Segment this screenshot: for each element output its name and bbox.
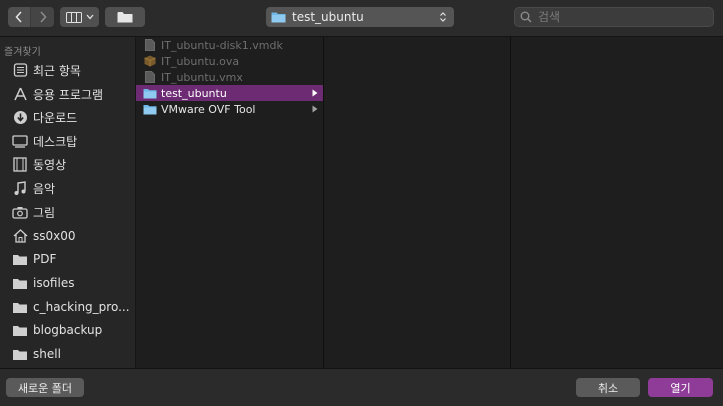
recent-items-icon [11,62,29,78]
view-mode-button[interactable] [60,7,99,27]
browser-column-1[interactable]: IT_ubuntu-disk1.vmdk IT_ubuntu.ova IT_ub… [136,37,324,368]
sidebar-item-shell[interactable]: shell [0,343,135,365]
folder-icon [11,346,29,362]
document-icon [143,71,157,83]
file-row-vmware-ovf-tool[interactable]: VMware OVF Tool [136,101,323,117]
chevron-down-icon [86,14,93,20]
desktop-icon [11,133,29,149]
sidebar-item-downloads[interactable]: 다운로드 [0,106,135,128]
cancel-button[interactable]: 취소 [576,378,640,397]
sidebar-item-label: ss0x00 [33,229,76,243]
folder-icon [11,251,29,267]
file-name: IT_ubuntu.vmx [161,70,243,84]
folder-icon [143,87,157,99]
new-folder-button[interactable]: 새로운 폴더 [6,378,84,397]
sidebar-item-label: 그림 [33,205,56,220]
toolbar: test_ubuntu [0,0,723,37]
file-name: IT_ubuntu.ova [161,54,240,68]
file-row-ova[interactable]: IT_ubuntu.ova [136,53,323,69]
chevron-right-icon [39,11,47,23]
file-name: IT_ubuntu-disk1.vmdk [161,38,283,52]
movies-icon [11,156,29,172]
sidebar-item-c-hacking[interactable]: c_hacking_pro... [0,296,135,318]
columns-view-icon [65,11,82,23]
sidebar-item-music[interactable]: 음악 [0,177,135,199]
sidebar-item-label: shell [33,347,61,361]
sidebar-item-label: 데스크탑 [33,134,78,149]
sidebar-item-label: 최근 항목 [33,63,81,78]
sidebar-item-applications[interactable]: 응용 프로그램 [0,83,135,105]
folder-icon [11,275,29,291]
file-name: VMware OVF Tool [161,102,256,116]
nav-buttons [8,7,54,27]
sidebar-item-label: 다운로드 [33,110,78,125]
package-icon [143,55,157,67]
folder-icon [11,299,29,315]
new-folder-toolbar-button[interactable] [105,7,145,27]
music-icon [11,180,29,196]
open-button[interactable]: 열기 [648,378,713,397]
sidebar-item-pictures[interactable]: 그림 [0,201,135,223]
file-name: test_ubuntu [161,86,227,100]
sidebar-item-movies[interactable]: 동영상 [0,153,135,175]
bottom-bar: 새로운 폴더 취소 열기 [0,368,723,406]
sidebar-item-recents[interactable]: 최근 항목 [0,59,135,81]
updown-chevron-icon [436,11,450,23]
disclosure-arrow-icon [310,105,320,113]
sidebar-item-home[interactable]: ss0x00 [0,225,135,247]
sidebar-heading-favorites: 즐겨찾기 [4,47,41,58]
open-file-dialog: test_ubuntu 즐겨찾기 최근 항목 응용 프로그램 [0,0,723,406]
sidebar: 즐겨찾기 최근 항목 응용 프로그램 다운로드 데스크탑 동영상 음악 그림 s… [0,37,136,368]
browser-column-3[interactable] [511,37,723,368]
pictures-icon [11,204,29,220]
folder-icon [271,12,286,23]
search-field[interactable] [514,7,714,27]
sidebar-item-label: PDF [33,252,57,266]
folder-icon [143,103,157,115]
sidebar-item-label: 음악 [33,181,56,196]
folder-badge-icon [117,12,133,23]
home-icon [11,228,29,244]
downloads-icon [11,109,29,125]
file-row-vmx[interactable]: IT_ubuntu.vmx [136,69,323,85]
sidebar-item-label: c_hacking_pro... [33,300,130,314]
applications-icon [11,86,29,102]
sidebar-item-label: blogbackup [33,323,103,337]
search-input[interactable] [536,9,710,25]
chevron-left-icon [15,11,22,23]
sidebar-item-desktop[interactable]: 데스크탑 [0,130,135,152]
sidebar-item-label: isofiles [33,276,75,290]
sidebar-item-pdf[interactable]: PDF [0,248,135,270]
search-icon [520,11,532,23]
path-popup-button[interactable]: test_ubuntu [266,7,454,27]
file-row-test-ubuntu[interactable]: test_ubuntu [136,85,323,101]
sidebar-item-label: 응용 프로그램 [33,87,104,102]
sidebar-item-isofiles[interactable]: isofiles [0,272,135,294]
browser-column-2[interactable] [324,37,511,368]
sidebar-item-label: 동영상 [33,157,67,172]
forward-button[interactable] [31,7,54,27]
folder-icon [11,322,29,338]
sidebar-item-blogbackup[interactable]: blogbackup [0,319,135,341]
disclosure-arrow-icon [310,89,320,97]
back-button[interactable] [8,7,31,27]
path-popup-label: test_ubuntu [292,10,364,24]
file-row-vmdk[interactable]: IT_ubuntu-disk1.vmdk [136,37,323,53]
document-icon [143,39,157,51]
